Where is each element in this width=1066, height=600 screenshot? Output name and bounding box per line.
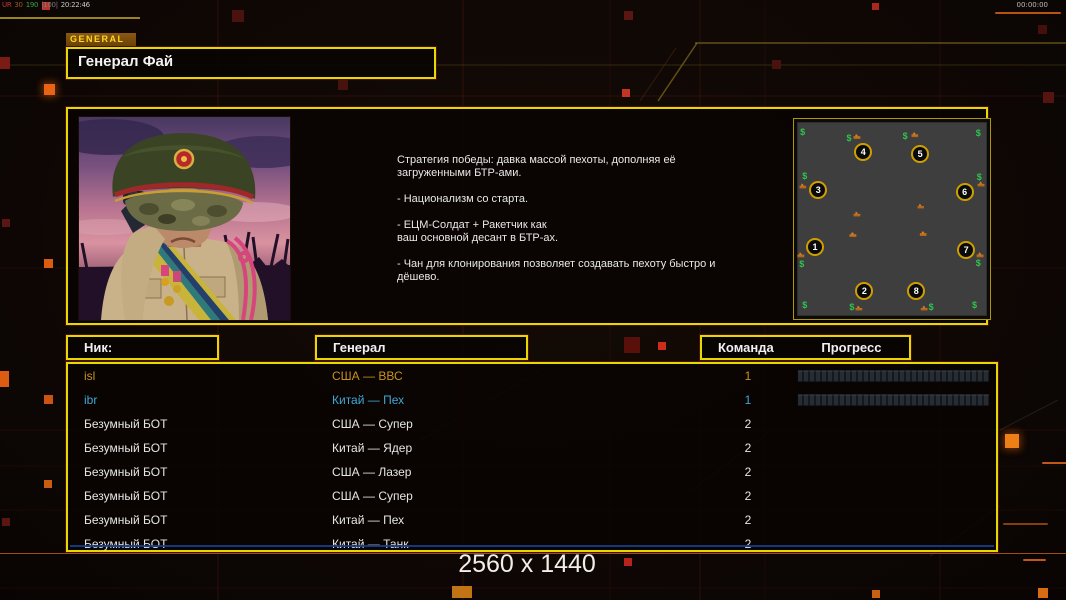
oil-derrick-icon	[919, 231, 927, 237]
player-nick: ibr	[84, 393, 98, 407]
column-header-team-progress: Команда Прогресс	[700, 335, 911, 360]
resolution-label: 2560 x 1440	[458, 550, 596, 578]
player-nick: Безумный БОТ	[84, 441, 168, 455]
supply-dock-icon: $	[902, 130, 908, 141]
oil-derrick-icon	[977, 181, 985, 187]
start-position-marker: 4	[854, 142, 873, 161]
table-row: Безумный БОТ США — Супер 2	[68, 412, 996, 436]
column-header-nick: Ник:	[66, 335, 219, 360]
player-team: 2	[744, 513, 752, 527]
supply-dock-icon: $	[928, 302, 934, 313]
oil-derrick-icon	[855, 305, 863, 311]
column-header-general: Генерал	[315, 335, 528, 360]
table-row: ibr Китай — Пех 1	[68, 388, 996, 412]
supply-dock-icon: $	[800, 126, 806, 137]
perf-overlay: UR 30 190 |100| 20:22:46	[2, 1, 93, 9]
start-position-marker: 7	[957, 240, 976, 259]
player-nick: Безумный БОТ	[84, 465, 168, 479]
start-position-marker: 5	[911, 144, 930, 163]
player-team: 1	[744, 369, 752, 383]
table-row: Безумный БОТ США — Супер 2	[68, 484, 996, 508]
supply-dock-icon: $	[971, 300, 977, 311]
start-position-marker: 2	[855, 281, 874, 300]
progress-header-label: Прогресс	[821, 340, 882, 355]
player-general: США — Супер	[332, 417, 413, 431]
general-header-label: Генерал	[333, 340, 386, 355]
player-rows: isl США — ВВС 1 ibr Китай — Пех 1 Безумный БОТ…	[68, 364, 996, 551]
player-team: 2	[744, 537, 752, 551]
player-nick: Безумный БОТ	[84, 489, 168, 503]
player-team: 2	[744, 465, 752, 479]
table-row: isl США — ВВС 1	[68, 364, 996, 388]
start-position-marker: 1	[806, 238, 825, 257]
perf-segment: 30	[14, 1, 23, 9]
team-header-label: Команда	[718, 340, 774, 355]
start-position-marker: 6	[955, 183, 974, 202]
player-general: США — ВВС	[332, 369, 403, 383]
general-portrait	[79, 117, 290, 320]
table-row: Безумный БОТ Китай — Ядер 2	[68, 436, 996, 460]
player-general: США — Лазер	[332, 465, 412, 479]
oil-derrick-icon	[849, 232, 857, 238]
player-table: isl США — ВВС 1 ibr Китай — Пех 1 Безумный БОТ…	[66, 362, 998, 552]
start-position-marker: 8	[907, 281, 926, 300]
supply-dock-icon: $	[975, 257, 981, 268]
general-portrait-image	[79, 117, 290, 320]
loading-screen: UR 30 190 |100| 20:22:46 00:00:00 GENERAL Ге…	[0, 0, 1066, 600]
supply-dock-icon: $	[975, 127, 981, 138]
player-nick: Безумный БОТ	[84, 513, 168, 527]
player-general: США — Супер	[332, 489, 413, 503]
player-team: 1	[744, 393, 752, 407]
nick-header-label: Ник:	[84, 340, 113, 355]
supply-dock-icon: $	[799, 258, 805, 269]
supply-dock-icon: $	[802, 171, 808, 182]
oil-derrick-icon	[853, 211, 861, 217]
load-progress-bar	[797, 393, 990, 407]
player-general: Китай — Танк	[332, 537, 409, 551]
player-nick: Безумный БОТ	[84, 417, 168, 431]
oil-derrick-icon	[911, 132, 919, 138]
player-nick: Безумный БОТ	[84, 537, 168, 551]
oil-derrick-icon	[920, 305, 928, 311]
general-name: Генерал Фай	[78, 53, 174, 70]
supply-dock-icon: $	[846, 132, 852, 143]
player-team: 2	[744, 417, 752, 431]
supply-dock-icon: $	[849, 302, 855, 313]
perf-segment: 20:22:46	[60, 1, 90, 9]
player-team: 2	[744, 489, 752, 503]
oil-derrick-icon	[976, 252, 984, 258]
general-info-panel: Стратегия победы: давка массой пехоты, д…	[66, 107, 991, 325]
match-timer: 00:00:00	[1016, 1, 1048, 9]
map-preview: $ $ $ $ $ $ $ $ $ $ $ $1 2 3 4 5 6 7 8	[793, 118, 991, 320]
divider-line	[70, 545, 994, 547]
strategy-paragraph: Стратегия победы: давка массой пехоты, д…	[397, 154, 676, 179]
player-general: Китай — Ядер	[332, 441, 413, 455]
strategy-paragraph: - ЕЦМ-Солдат + Ракетчик как ваш основной…	[397, 219, 559, 244]
perf-segment: UR	[2, 1, 12, 9]
oil-derrick-icon	[799, 183, 807, 189]
general-name-box: Генерал Фай	[66, 47, 436, 79]
strategy-text: Стратегия победы: давка массой пехоты, д…	[397, 154, 727, 297]
load-progress-bar	[797, 369, 990, 383]
supply-dock-icon: $	[976, 172, 982, 183]
supply-dock-icon: $	[802, 300, 808, 311]
oil-derrick-icon	[853, 134, 861, 140]
oil-derrick-icon	[797, 252, 805, 258]
perf-segment: |100|	[41, 1, 58, 9]
player-nick: isl	[84, 369, 96, 383]
player-team: 2	[744, 441, 752, 455]
general-tab-label: GENERAL	[66, 33, 136, 46]
table-row: Безумный БОТ США — Лазер 2	[68, 460, 996, 484]
player-general: Китай — Пех	[332, 513, 405, 527]
perf-segment: 190	[25, 1, 39, 9]
oil-derrick-icon	[917, 203, 924, 209]
player-general: Китай — Пех	[332, 393, 405, 407]
minimap: $ $ $ $ $ $ $ $ $ $ $ $1 2 3 4 5 6 7 8	[797, 122, 987, 316]
strategy-paragraph: - Национализм со старта.	[397, 193, 529, 205]
strategy-paragraph: - Чан для клонирования позволяет создава…	[397, 258, 716, 283]
start-position-marker: 3	[809, 180, 828, 199]
table-row: Безумный БОТ Китай — Пех 2	[68, 508, 996, 532]
